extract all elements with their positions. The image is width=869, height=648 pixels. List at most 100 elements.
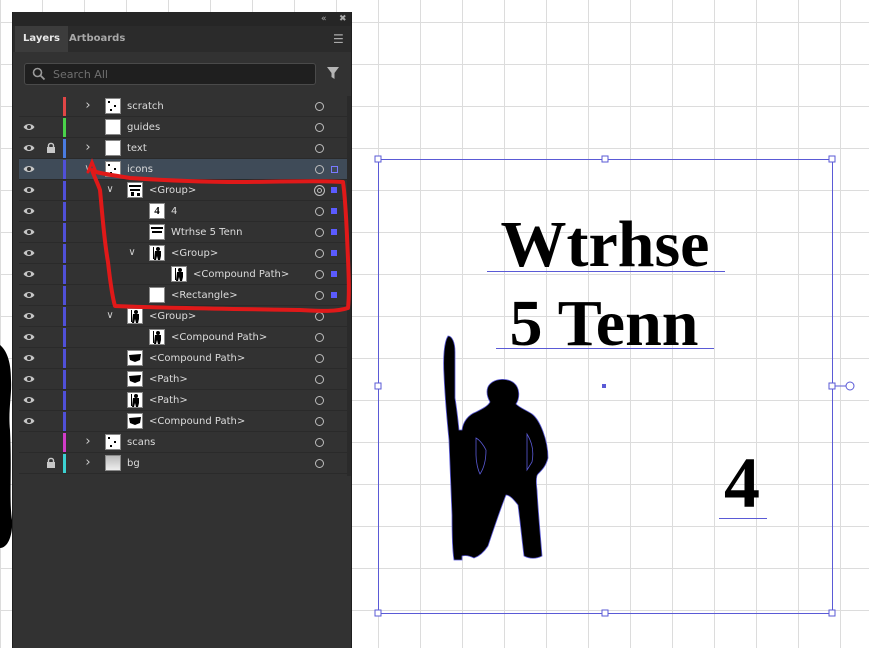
layer-name[interactable]: <Rectangle> [171,289,238,302]
lock-toggle[interactable] [46,184,56,196]
layer-name[interactable]: scans [127,436,155,449]
lock-toggle[interactable] [46,100,56,112]
visibility-eye-icon[interactable] [23,206,35,216]
lock-icon[interactable] [46,142,56,154]
layer-name[interactable]: <Compound Path> [193,268,289,281]
selection-indicator[interactable] [331,166,338,173]
search-box[interactable] [24,63,316,85]
chevron-right-icon[interactable]: › [83,435,93,448]
lock-toggle[interactable] [46,226,56,238]
layer-row-icons[interactable]: ∨ icons [19,159,347,180]
chevron-right-icon[interactable]: › [83,99,93,112]
layer-name[interactable]: <Group> [171,247,218,260]
visibility-eye-icon[interactable] [23,122,35,132]
selection-indicator[interactable] [331,250,337,256]
lock-toggle[interactable] [46,205,56,217]
target-circle-icon[interactable] [315,123,324,132]
target-circle-icon[interactable] [315,291,324,300]
target-circle-icon[interactable] [315,459,324,468]
target-circle-icon[interactable] [315,228,324,237]
target-circle-icon[interactable] [315,165,324,174]
layer-name[interactable]: <Group> [149,184,196,197]
visibility-eye-icon[interactable] [23,248,35,258]
layer-row-wtrhse-5-tenn[interactable]: Wtrhse 5 Tenn [19,222,347,243]
visibility-eye-icon[interactable] [23,185,35,195]
lock-toggle[interactable] [46,352,56,364]
layer-name[interactable]: guides [127,121,160,134]
target-circle-icon[interactable] [314,185,325,196]
target-circle-icon[interactable] [315,417,324,426]
layer-row-group[interactable]: ∨ <Group> [19,243,347,264]
target-circle-icon[interactable] [315,270,324,279]
layer-name[interactable]: <Path> [149,373,188,386]
layer-row-bg[interactable]: › bg [19,453,347,474]
layer-name[interactable]: <Group> [149,310,196,323]
layer-name[interactable]: 4 [171,205,177,218]
selection-indicator[interactable] [331,187,337,193]
chevron-down-icon[interactable]: ∨ [127,247,137,259]
visibility-toggle[interactable] [23,437,35,447]
chevron-down-icon[interactable]: ∨ [105,310,115,322]
selection-indicator[interactable] [331,208,337,214]
artboard-title-line1[interactable]: Wtrhse [485,205,725,285]
layer-row-compound-path[interactable]: <Compound Path> [19,327,347,348]
layer-row-group[interactable]: ∨ <Group> [19,306,347,327]
tab-artboards[interactable]: Artboards [61,26,133,52]
layer-row-path[interactable]: <Path> [19,390,347,411]
layer-name[interactable]: <Compound Path> [171,331,267,344]
lock-toggle[interactable] [46,331,56,343]
layer-row-guides[interactable]: guides [19,117,347,138]
target-circle-icon[interactable] [315,102,324,111]
collapse-panel-icon[interactable]: « [321,13,327,25]
layer-name[interactable]: <Compound Path> [149,352,245,365]
layer-row-group[interactable]: ∨ <Group> [19,180,347,201]
lock-toggle[interactable] [46,289,56,301]
lock-icon[interactable] [46,457,56,469]
layer-name[interactable]: <Path> [149,394,188,407]
visibility-eye-icon[interactable] [23,311,35,321]
visibility-eye-icon[interactable] [23,353,35,363]
layer-row-4[interactable]: 44 [19,201,347,222]
lock-toggle[interactable] [46,310,56,322]
chevron-right-icon[interactable]: › [83,141,93,154]
artboard-title-line2[interactable]: 5 Tenn [493,284,715,364]
visibility-toggle[interactable] [23,458,35,468]
lock-toggle[interactable] [46,373,56,385]
panel-title-bar[interactable]: « ✖ [13,12,351,26]
layer-row-text[interactable]: › text [19,138,347,159]
visibility-eye-icon[interactable] [23,416,35,426]
layer-name[interactable]: bg [127,457,140,470]
target-circle-icon[interactable] [315,438,324,447]
visibility-eye-icon[interactable] [23,290,35,300]
layer-row-scratch[interactable]: › scratch [19,96,347,117]
close-icon[interactable]: ✖ [339,13,347,25]
lock-toggle[interactable] [46,415,56,427]
target-circle-icon[interactable] [315,249,324,258]
target-circle-icon[interactable] [315,375,324,384]
layer-row-compound-path[interactable]: <Compound Path> [19,348,347,369]
lock-toggle[interactable] [46,436,56,448]
layer-name[interactable]: scratch [127,100,164,113]
filter-icon[interactable] [326,66,340,80]
lock-toggle[interactable] [46,121,56,133]
target-circle-icon[interactable] [315,312,324,321]
visibility-eye-icon[interactable] [23,143,35,153]
scrollbar-track[interactable] [347,96,351,476]
visibility-eye-icon[interactable] [23,374,35,384]
chevron-right-icon[interactable]: › [83,456,93,469]
layer-row-compound-path[interactable]: <Compound Path> [19,411,347,432]
layer-name[interactable]: icons [127,163,153,176]
search-input[interactable] [53,64,303,84]
visibility-eye-icon[interactable] [23,395,35,405]
lock-toggle[interactable] [46,394,56,406]
lock-toggle[interactable] [46,163,56,175]
visibility-eye-icon[interactable] [23,164,35,174]
chevron-down-icon[interactable]: ∨ [105,184,115,196]
layer-row-compound-path[interactable]: <Compound Path> [19,264,347,285]
artboard-number[interactable]: 4 [712,440,772,526]
selection-indicator[interactable] [331,292,337,298]
layer-row-scans[interactable]: › scans [19,432,347,453]
visibility-eye-icon[interactable] [23,227,35,237]
target-circle-icon[interactable] [315,396,324,405]
panel-menu-icon[interactable]: ☰ [333,32,345,46]
